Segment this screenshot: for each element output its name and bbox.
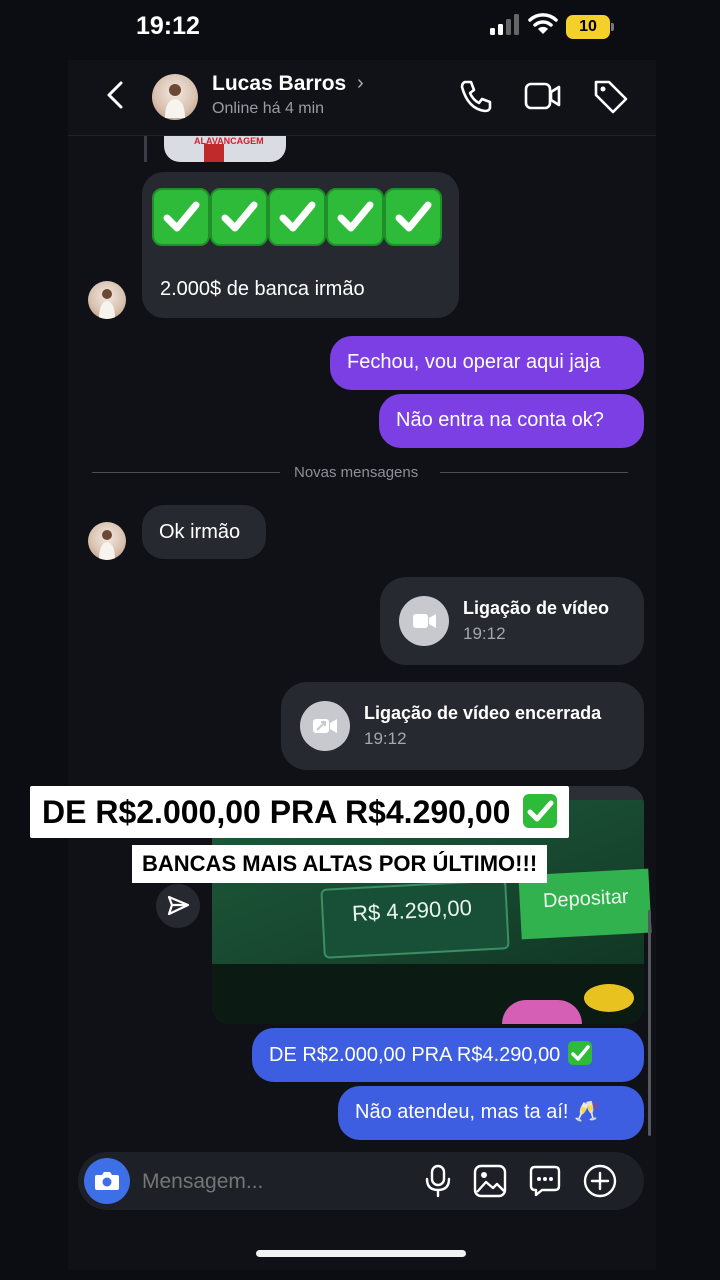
check-mark-icon	[152, 188, 210, 246]
call-title: Ligação de vídeo	[463, 598, 610, 618]
cellular-signal-icon	[490, 14, 519, 35]
microphone-icon[interactable]	[424, 1164, 452, 1198]
pink-ribbon-decoration	[502, 1000, 582, 1024]
thumbnail-figure	[204, 144, 224, 162]
battery-nub	[611, 23, 614, 31]
image-thumbnail[interactable]: ALAVANCAGEM	[164, 136, 286, 162]
outgoing-message-bubble[interactable]: DE R$2.000,00 PRA R$4.290,00	[252, 1028, 644, 1082]
overlay-caption-1: DE R$2.000,00 PRA R$4.290,00	[30, 786, 570, 838]
status-time: 19:12	[136, 12, 200, 40]
battery-indicator: 10	[566, 15, 610, 39]
person-silhouette-icon	[165, 84, 185, 118]
check-mark-icon	[567, 1041, 592, 1065]
check-mark-icon	[523, 794, 558, 828]
check-mark-icon	[384, 188, 442, 246]
new-messages-divider: Novas mensagens	[294, 464, 419, 481]
chevron-right-icon[interactable]: ›	[357, 72, 364, 95]
sender-avatar	[88, 522, 126, 560]
sticker-chat-icon[interactable]	[528, 1164, 562, 1198]
deposit-label: Depositar	[542, 885, 630, 913]
wifi-icon	[528, 13, 558, 34]
message-text: Não entra na conta ok?	[396, 409, 604, 431]
gallery-image-icon[interactable]	[473, 1164, 507, 1198]
message-text: Ok irmão	[159, 521, 241, 543]
message-text: Não atendeu, mas ta aí! 🥂	[355, 1101, 599, 1123]
tag-icon[interactable]	[590, 76, 630, 116]
add-plus-icon[interactable]	[582, 1163, 618, 1199]
outgoing-message-bubble[interactable]: Fechou, vou operar aqui jaja	[330, 336, 644, 390]
contact-avatar[interactable]	[152, 74, 198, 120]
divider-line-left	[92, 472, 280, 473]
back-chevron-icon[interactable]	[100, 78, 134, 112]
person-silhouette-icon	[99, 289, 115, 319]
message-input[interactable]	[142, 1168, 402, 1196]
outgoing-message-bubble[interactable]: Não atendeu, mas ta aí! 🥂	[338, 1086, 644, 1140]
scrollbar[interactable]	[648, 910, 651, 1136]
camera-icon	[95, 1172, 119, 1190]
video-call-ended-icon	[300, 701, 350, 751]
phone-call-icon[interactable]	[456, 76, 496, 116]
check-mark-icon	[210, 188, 268, 246]
video-camera-icon	[399, 596, 449, 646]
person-silhouette-icon	[99, 530, 115, 560]
incoming-message-bubble[interactable]: Ok irmão	[142, 505, 266, 559]
share-button[interactable]	[156, 884, 200, 928]
send-paper-plane-icon	[167, 895, 190, 916]
check-mark-icon	[268, 188, 326, 246]
outgoing-message-bubble[interactable]: Não entra na conta ok?	[379, 394, 644, 448]
call-time: 19:12	[463, 624, 506, 643]
reply-line	[144, 136, 147, 162]
contact-status: Online há 4 min	[212, 100, 325, 117]
video-call-icon[interactable]	[522, 76, 562, 116]
check-emoji-row	[152, 188, 442, 246]
caption-text: DE R$2.000,00 PRA R$4.290,00	[42, 794, 511, 830]
message-text: Fechou, vou operar aqui jaja	[347, 351, 601, 373]
check-mark-icon	[326, 188, 384, 246]
call-time: 19:12	[364, 729, 407, 748]
overlay-caption-2: BANCAS MAIS ALTAS POR ÚLTIMO!!!	[132, 845, 548, 883]
home-indicator[interactable]	[256, 1250, 466, 1257]
message-text: DE R$2.000,00 PRA R$4.290,00	[269, 1044, 561, 1066]
divider-line-right	[440, 472, 628, 473]
camera-button[interactable]	[84, 1158, 130, 1204]
gold-trophy-decoration	[584, 984, 634, 1012]
sender-avatar	[88, 281, 126, 319]
message-text: 2.000$ de banca irmão	[160, 278, 365, 300]
contact-name[interactable]: Lucas Barros	[212, 72, 346, 96]
call-title: Ligação de vídeo encerrada	[364, 703, 602, 723]
